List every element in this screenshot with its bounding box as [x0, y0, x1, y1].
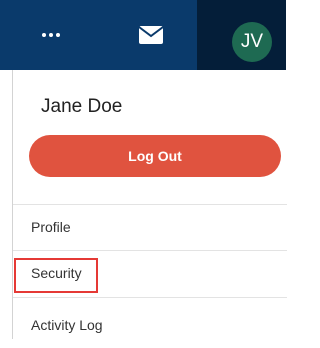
user-avatar[interactable]: JV: [232, 22, 272, 62]
mail-button[interactable]: [135, 22, 167, 48]
more-dot: [49, 33, 53, 37]
user-name: Jane Doe: [41, 96, 123, 117]
account-menu: Jane Doe Log Out Profile Security Activi…: [12, 70, 287, 339]
menu-item-label: Profile: [31, 219, 71, 235]
log-out-button[interactable]: Log Out: [29, 135, 281, 177]
menu-item-profile[interactable]: Profile: [13, 204, 287, 250]
divider: [13, 297, 287, 298]
menu-item-activity-log[interactable]: Activity Log: [13, 302, 287, 348]
more-options-button[interactable]: [36, 22, 66, 48]
more-dot: [56, 33, 60, 37]
menu-item-label: Security: [31, 265, 82, 281]
menu-item-label: Activity Log: [31, 317, 103, 333]
menu-item-security[interactable]: Security: [13, 250, 287, 296]
envelope-icon: [138, 26, 164, 44]
more-horizontal-icon: [42, 33, 46, 37]
